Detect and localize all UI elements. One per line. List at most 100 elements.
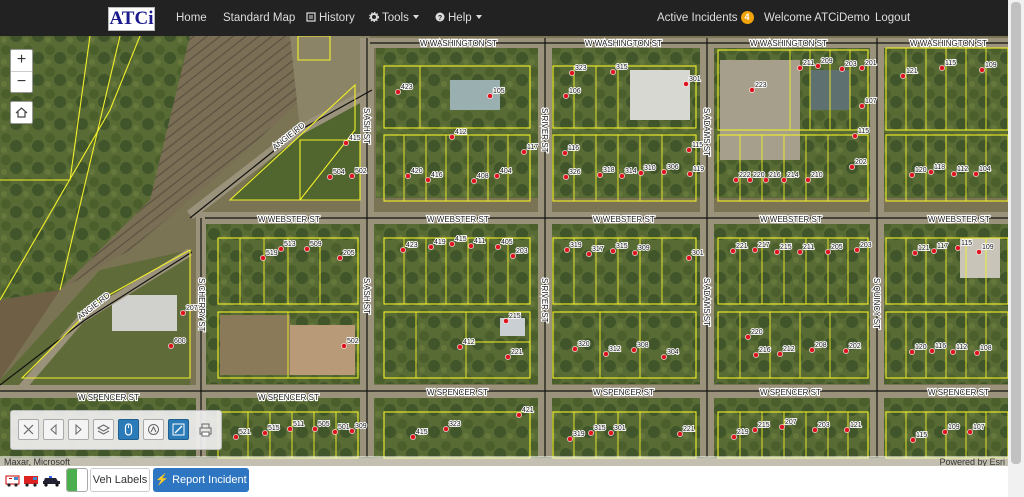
address-marker[interactable] [505,354,511,360]
address-marker[interactable] [974,350,980,356]
address-marker[interactable] [763,177,769,183]
address-marker[interactable] [805,177,811,183]
address-marker[interactable] [395,89,401,95]
address-marker[interactable] [781,177,787,183]
address-marker[interactable] [747,177,753,183]
address-marker[interactable] [343,140,349,146]
address-marker[interactable] [859,65,865,71]
address-marker[interactable] [638,170,644,176]
map-view[interactable]: W WASHINGTON ST W WASHINGTON ST W WASHIN… [0,36,1008,466]
address-marker[interactable] [852,133,858,139]
nav-active-incidents[interactable]: Active Incidents 4 [657,0,754,36]
address-marker[interactable] [859,103,865,109]
address-marker[interactable] [563,174,569,180]
address-marker[interactable] [967,429,973,435]
address-marker[interactable] [809,347,815,353]
address-marker[interactable] [825,249,831,255]
address-marker[interactable] [597,172,603,178]
layers-button[interactable] [93,419,114,440]
zoom-out-button[interactable]: − [11,71,32,92]
address-marker[interactable] [443,426,449,432]
address-marker[interactable] [631,347,637,353]
fire-truck-icon[interactable] [24,476,38,487]
address-marker[interactable] [180,310,186,316]
address-marker[interactable] [976,249,982,255]
address-marker[interactable] [521,149,527,155]
address-marker[interactable] [854,247,860,253]
home-extent-button[interactable] [10,101,33,124]
address-marker[interactable] [341,343,347,349]
address-marker[interactable] [233,434,239,440]
address-marker[interactable] [468,243,474,249]
veh-labels-button[interactable]: Veh Labels [90,468,150,492]
address-marker[interactable] [287,426,293,432]
address-marker[interactable] [752,247,758,253]
address-marker[interactable] [839,66,845,72]
address-marker[interactable] [516,412,522,418]
address-marker[interactable] [683,81,689,87]
address-marker[interactable] [262,430,268,436]
address-marker[interactable] [661,354,667,360]
address-marker[interactable] [410,434,416,440]
draw-button[interactable] [168,419,189,440]
address-marker[interactable] [278,246,284,252]
ambulance-icon[interactable] [5,475,20,487]
address-marker[interactable] [349,173,355,179]
address-marker[interactable] [731,434,737,440]
address-marker[interactable] [449,134,455,140]
address-marker[interactable] [619,173,625,179]
address-marker[interactable] [951,171,957,177]
address-marker[interactable] [779,424,785,430]
zoom-in-button[interactable]: + [11,50,32,71]
address-marker[interactable] [327,174,333,180]
address-marker[interactable] [632,250,638,256]
address-marker[interactable] [749,87,755,93]
address-marker[interactable] [405,173,411,179]
address-marker[interactable] [942,429,948,435]
address-marker[interactable] [168,343,174,349]
address-marker[interactable] [686,255,692,261]
police-car-icon[interactable] [43,476,60,487]
address-marker[interactable] [777,351,783,357]
address-marker[interactable] [929,348,935,354]
address-marker[interactable] [909,349,915,355]
report-incident-button[interactable]: ⚡ Report Incident [153,468,249,492]
app-logo[interactable]: ATCi [108,7,155,31]
welcome-user[interactable]: Welcome ATCiDemo [764,0,870,36]
address-marker[interactable] [494,173,500,179]
address-marker[interactable] [774,249,780,255]
address-marker[interactable] [752,427,758,433]
address-marker[interactable] [471,178,477,184]
address-marker[interactable] [457,344,463,350]
address-marker[interactable] [753,352,759,358]
address-marker[interactable] [745,334,751,340]
nav-logout[interactable]: Logout [875,0,910,36]
measure-button[interactable] [143,419,164,440]
address-marker[interactable] [449,241,455,247]
address-marker[interactable] [909,172,915,178]
address-marker[interactable] [503,318,509,324]
address-marker[interactable] [567,436,573,442]
address-marker[interactable] [487,93,493,99]
address-marker[interactable] [588,430,594,436]
address-marker[interactable] [425,177,431,183]
address-marker[interactable] [610,248,616,254]
address-marker[interactable] [510,253,516,259]
address-marker[interactable] [797,249,803,255]
address-marker[interactable] [332,429,338,435]
nav-home[interactable]: Home [176,0,207,36]
veh-labels-toggle[interactable] [66,468,88,492]
close-tool-button[interactable] [18,419,39,440]
address-marker[interactable] [603,351,609,357]
nav-help[interactable]: ? Help [435,0,482,36]
address-marker[interactable] [608,430,614,436]
address-marker[interactable] [910,437,916,443]
address-marker[interactable] [686,147,692,153]
address-marker[interactable] [912,250,918,256]
address-marker[interactable] [931,248,937,254]
address-marker[interactable] [979,67,985,73]
address-marker[interactable] [797,65,803,71]
address-marker[interactable] [304,246,310,252]
address-marker[interactable] [495,244,501,250]
identify-button[interactable] [118,419,139,440]
